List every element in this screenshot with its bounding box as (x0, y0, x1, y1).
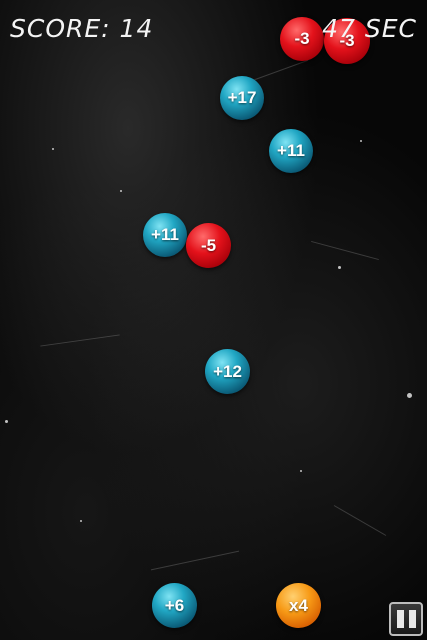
chalk-speck (80, 520, 82, 522)
ball-plus-12[interactable]: +12 (205, 349, 250, 394)
chalk-scratch (40, 334, 120, 347)
chalk-speck (300, 470, 302, 472)
chalk-speck (407, 393, 412, 398)
chalk-speck (120, 190, 122, 192)
chalk-speck (5, 420, 8, 423)
pause-icon (408, 610, 416, 628)
chalk-scratch (251, 59, 309, 82)
ball-minus-3[interactable]: -3 (280, 17, 324, 61)
timer-display: 47 SEC (322, 14, 417, 43)
score-display: SCORE: 14 (10, 14, 154, 43)
chalk-scratch (150, 550, 240, 571)
pause-button[interactable] (389, 602, 423, 636)
chalk-scratch (333, 505, 387, 536)
ball-multiplier-x4[interactable]: x4 (276, 583, 321, 628)
chalk-speck (360, 140, 362, 142)
ball-plus-11[interactable]: +11 (269, 129, 313, 173)
ball-minus-5[interactable]: -5 (186, 223, 231, 268)
pause-icon (396, 610, 404, 628)
game-board[interactable]: -3 -3 SCORE: 14 47 SEC +17 +11 +11 -5 +1… (0, 0, 427, 640)
ball-plus-17[interactable]: +17 (220, 76, 264, 120)
chalk-scratch (311, 240, 379, 261)
chalk-speck (338, 266, 341, 269)
ball-plus-6[interactable]: +6 (152, 583, 197, 628)
chalk-speck (52, 148, 54, 150)
ball-plus-11[interactable]: +11 (143, 213, 187, 257)
